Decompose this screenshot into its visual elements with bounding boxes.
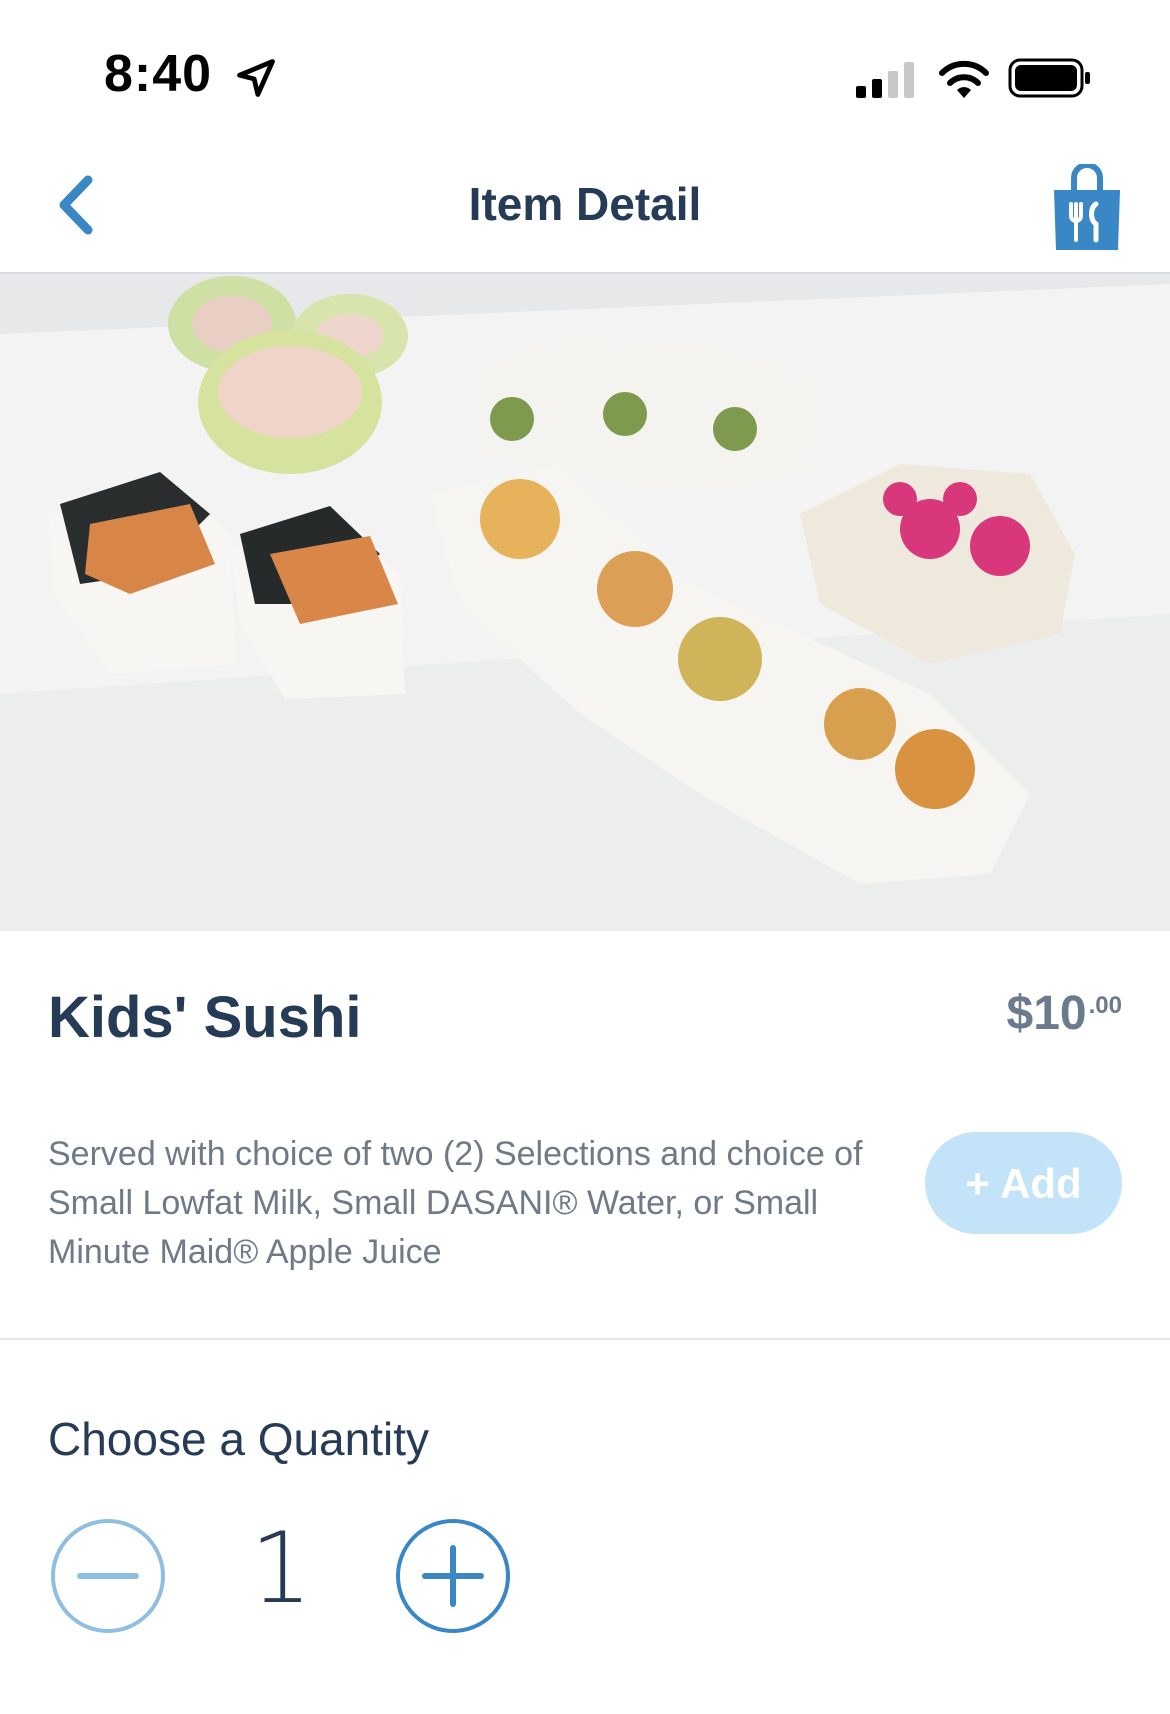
increase-quantity-button[interactable] — [395, 1518, 511, 1634]
battery-icon — [1008, 58, 1090, 98]
add-button[interactable]: + Add — [925, 1132, 1122, 1234]
sushi-photo — [0, 274, 1170, 931]
price-dollars: $10 — [1006, 987, 1087, 1040]
status-bar: 8:40 — [0, 0, 1170, 150]
location-arrow-icon — [237, 59, 275, 97]
decrease-quantity-button[interactable] — [50, 1518, 166, 1634]
divider — [0, 1338, 1170, 1340]
item-price: $10.00 — [1007, 986, 1122, 1041]
cellular-signal-icon — [856, 62, 914, 98]
quantity-value: 1 — [250, 1512, 313, 1626]
item-description: Served with choice of two (2) Selections… — [48, 1135, 863, 1271]
status-time: 8:40 — [104, 45, 213, 103]
shopping-bag-icon[interactable] — [1050, 164, 1124, 252]
wifi-icon — [939, 60, 989, 98]
quantity-label: Choose a Quantity — [48, 1413, 430, 1465]
price-cents: .00 — [1088, 992, 1122, 1019]
item-title: Kids' Sushi — [48, 985, 362, 1050]
page-title: Item Detail — [468, 178, 702, 230]
nav-bar: Item Detail — [0, 150, 1170, 274]
